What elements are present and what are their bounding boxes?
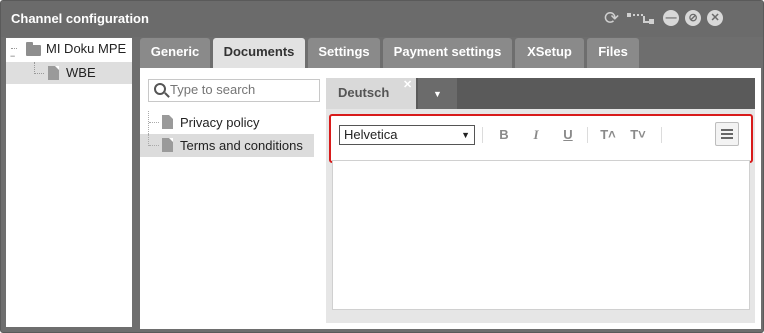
tree-item-label: MI Doku MPE	[46, 41, 127, 56]
search-icon	[154, 83, 166, 95]
close-icon[interactable]: ✕	[403, 70, 412, 100]
tab-payment-settings[interactable]: Payment settings	[383, 38, 512, 68]
document-icon	[48, 66, 59, 80]
tree-item-wbe[interactable]: WBE	[6, 62, 132, 84]
channel-tree: − MI Doku MPE WBE	[6, 38, 132, 327]
tab-language-deutsch[interactable]: Deutsch ✕	[326, 78, 416, 109]
tree-layout-icon[interactable]	[625, 10, 657, 26]
tab-generic[interactable]: Generic	[140, 38, 210, 68]
restore-icon[interactable]: ⊘	[685, 10, 702, 26]
search-box	[148, 79, 320, 102]
title-bar: Channel configuration ⟳ — ⊘ ✕	[1, 1, 763, 37]
tree-item-label: WBE	[66, 65, 96, 80]
minimize-icon[interactable]: —	[663, 10, 680, 26]
folder-icon	[26, 42, 41, 56]
document-label: Privacy policy	[180, 115, 260, 130]
document-content-editor[interactable]	[332, 160, 750, 310]
title-bar-controls: ⟳ — ⊘ ✕	[604, 9, 724, 27]
font-size-up-button[interactable]: T˄	[599, 126, 617, 144]
bold-button[interactable]: B	[495, 126, 513, 144]
tab-settings[interactable]: Settings	[308, 38, 380, 68]
document-item-terms-and-conditions[interactable]: Terms and conditions	[140, 134, 314, 157]
document-editor: Deutsch ✕ ▼ Helvetica ▼ B I U T˄ T˅	[326, 78, 755, 323]
italic-button[interactable]: I	[527, 126, 545, 144]
refresh-icon[interactable]: ⟳	[604, 9, 619, 27]
documents-panel: Privacy policy Terms and conditions Deut…	[140, 68, 761, 329]
formatting-toolbar: Helvetica ▼ B I U T˄ T˅	[329, 114, 753, 163]
document-label: Terms and conditions	[180, 138, 303, 153]
chevron-down-icon: ▼	[433, 89, 442, 99]
align-button[interactable]	[715, 122, 739, 146]
toolbar-divider	[482, 127, 483, 143]
tree-item-root[interactable]: − MI Doku MPE	[6, 38, 132, 61]
language-tab-bar: Deutsch ✕ ▼	[326, 78, 755, 109]
toolbar-divider	[587, 127, 588, 143]
tree-connector	[149, 122, 159, 124]
document-icon	[162, 138, 173, 152]
search-input[interactable]	[170, 80, 318, 99]
chevron-down-icon: ▼	[461, 130, 470, 140]
document-icon	[162, 115, 173, 129]
underline-button[interactable]: U	[559, 126, 577, 144]
tree-connector	[149, 145, 159, 147]
language-dropdown-button[interactable]: ▼	[418, 78, 457, 109]
font-family-value: Helvetica	[344, 127, 398, 142]
font-size-down-button[interactable]: T˅	[629, 126, 647, 144]
tab-xsetup[interactable]: XSetup	[515, 38, 584, 68]
language-tab-label: Deutsch	[338, 85, 390, 100]
document-item-privacy-policy[interactable]: Privacy policy	[140, 111, 314, 134]
tree-connector	[34, 73, 44, 75]
font-family-select[interactable]: Helvetica ▼	[339, 125, 475, 145]
close-icon[interactable]: ✕	[707, 10, 724, 26]
tab-documents[interactable]: Documents	[213, 38, 305, 68]
window-title: Channel configuration	[11, 11, 149, 26]
tab-files[interactable]: Files	[587, 38, 639, 68]
channel-configuration-window: Channel configuration ⟳ — ⊘ ✕ − MI Doku …	[0, 0, 764, 333]
toolbar-divider	[661, 127, 662, 143]
